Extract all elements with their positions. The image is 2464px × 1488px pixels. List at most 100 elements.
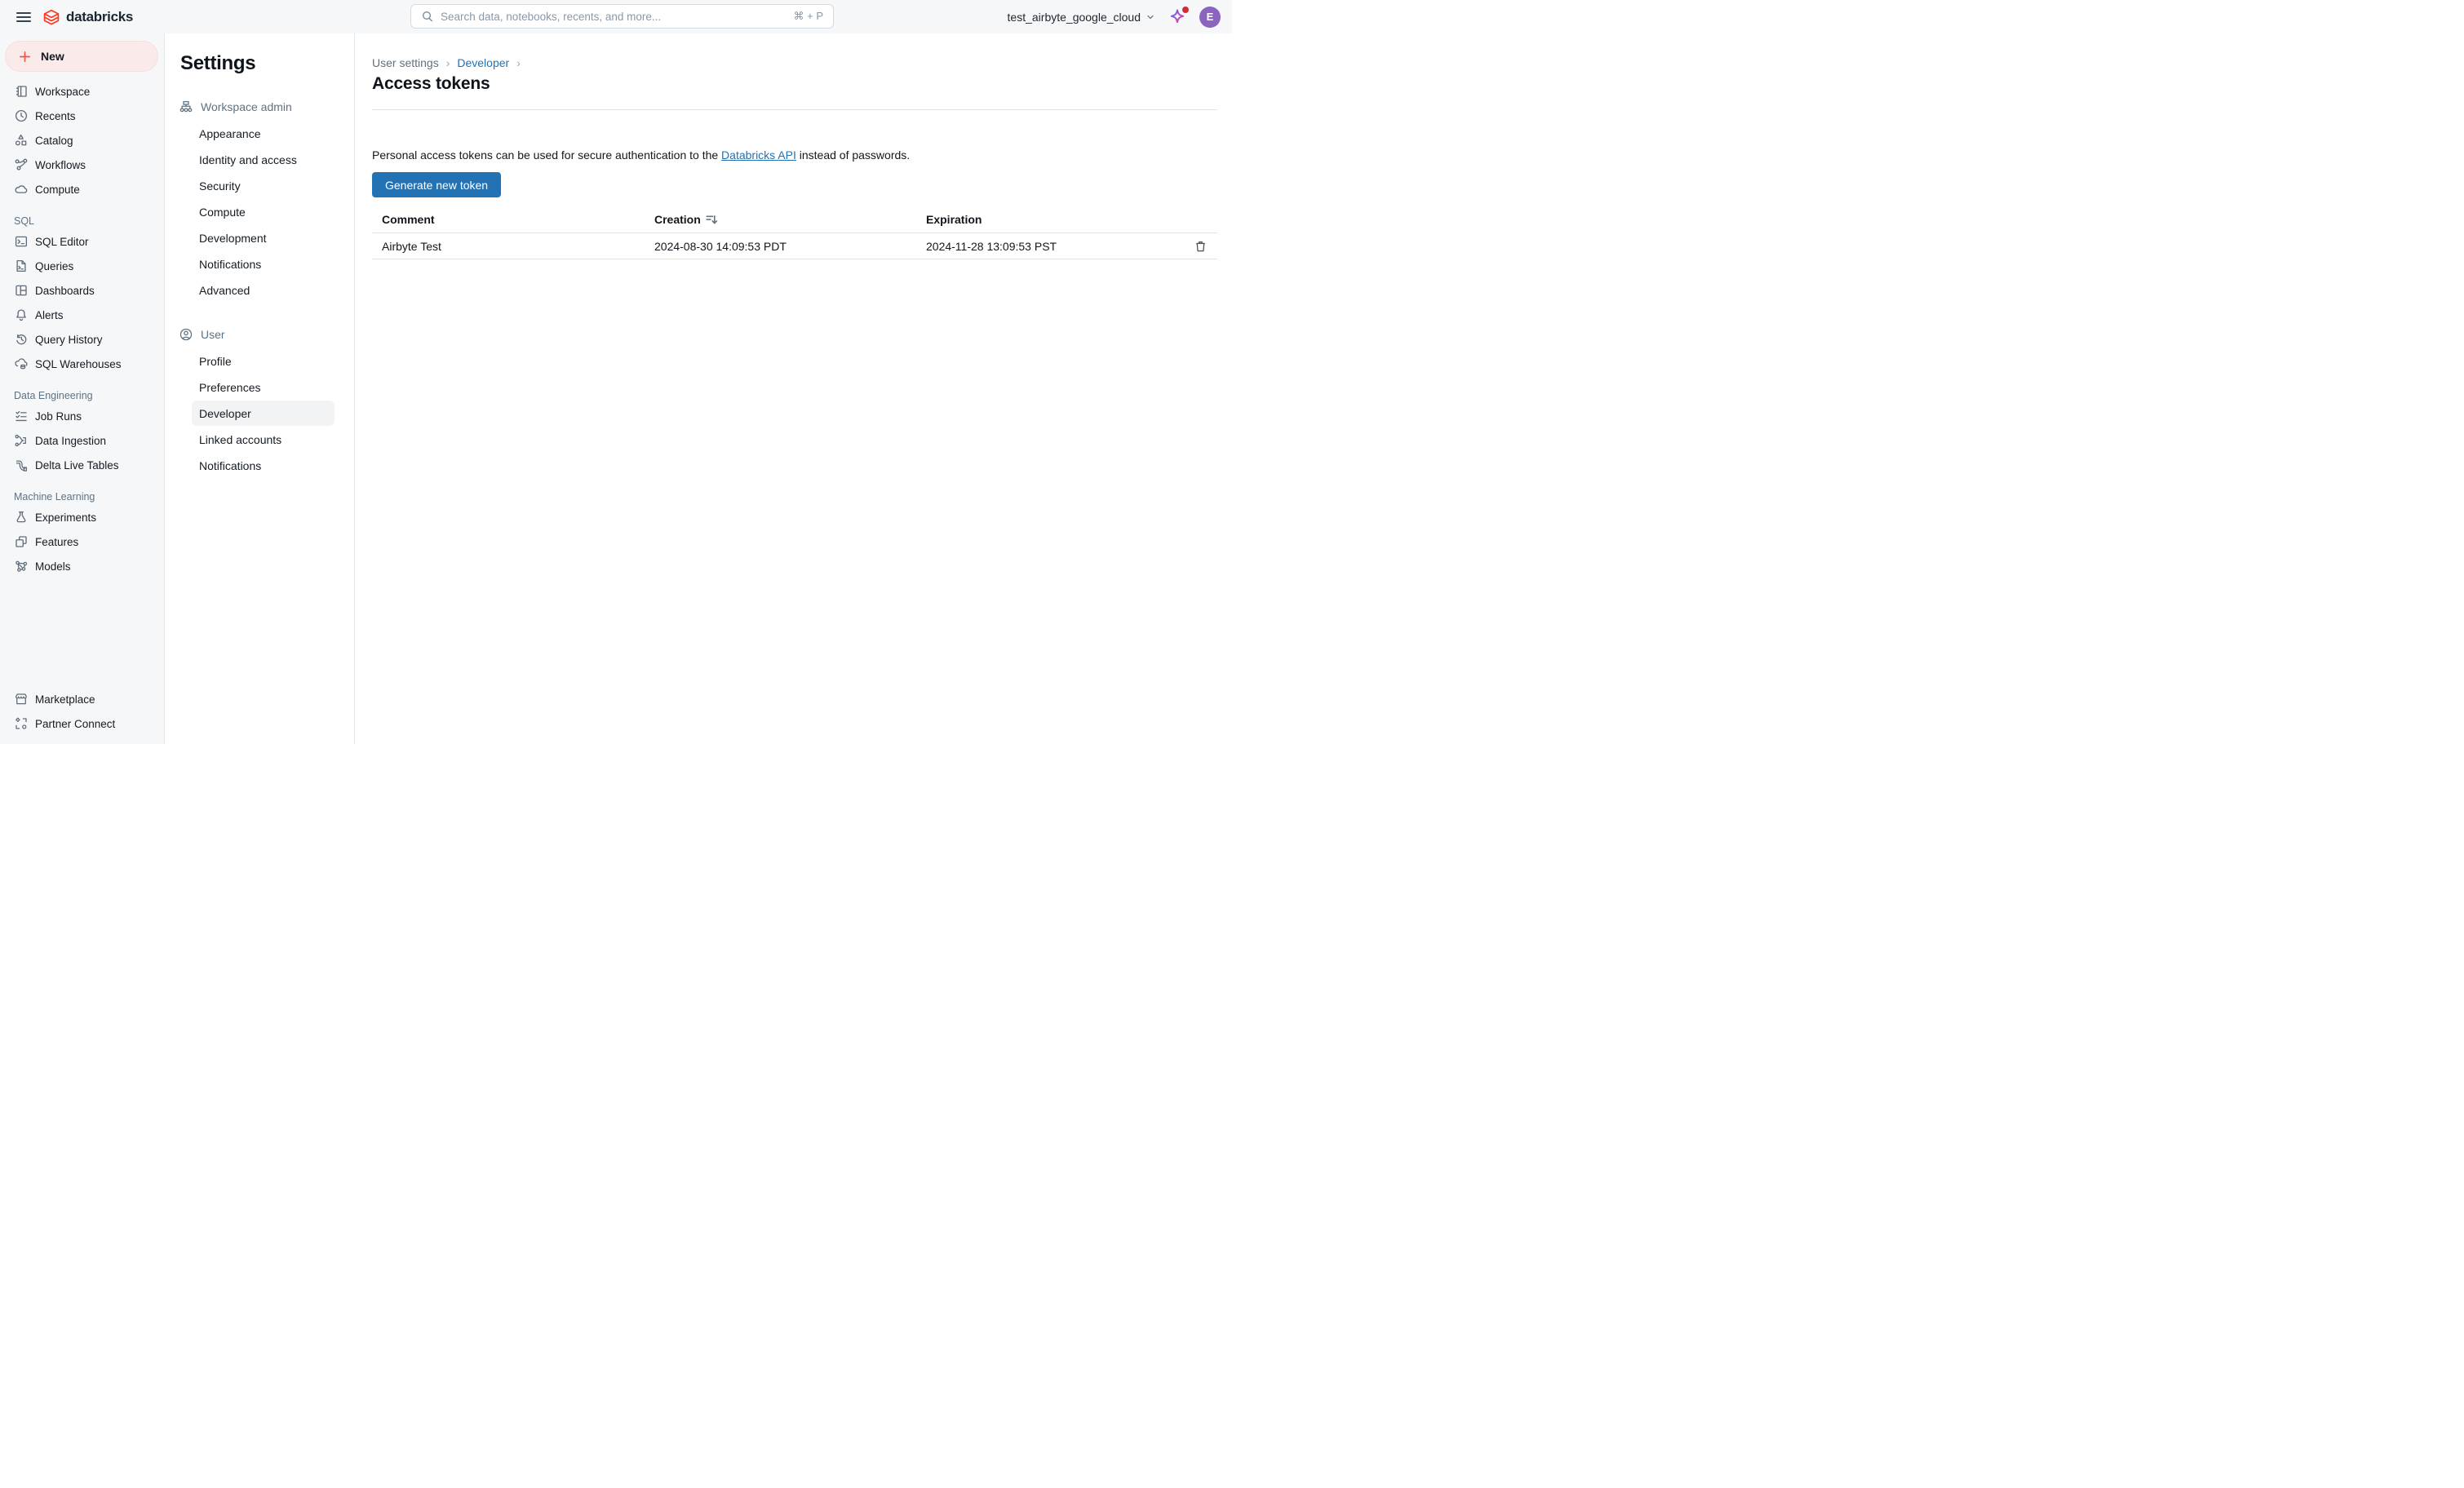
models-icon	[14, 559, 29, 574]
databricks-logo[interactable]: databricks	[42, 8, 133, 26]
workspace-selector[interactable]: test_airbyte_google_cloud	[1008, 11, 1155, 24]
settings-nav-panel: Settings Workspace admin Appearance Iden…	[165, 33, 355, 744]
sidebar-item-queries[interactable]: Queries	[0, 254, 164, 278]
sql-warehouses-icon	[14, 356, 29, 371]
plus-icon	[18, 50, 32, 64]
sidebar-item-label: Workspace	[35, 86, 90, 98]
sidebar-item-sql-editor[interactable]: SQL Editor	[0, 229, 164, 254]
breadcrumb-chevron-icon: ›	[446, 56, 450, 69]
breadcrumb-user-settings[interactable]: User settings	[372, 56, 439, 69]
sidebar-item-experiments[interactable]: Experiments	[0, 505, 164, 529]
settings-item-notifications-admin[interactable]: Notifications	[192, 251, 335, 277]
databricks-api-link[interactable]: Databricks API	[721, 148, 796, 162]
search-placeholder: Search data, notebooks, recents, and mor…	[441, 11, 787, 23]
generate-new-token-button[interactable]: Generate new token	[372, 172, 501, 197]
sidebar-item-label: SQL Editor	[35, 236, 89, 248]
sidebar-item-label: Partner Connect	[35, 718, 115, 730]
sidebar-item-compute[interactable]: Compute	[0, 177, 164, 202]
sidebar-item-label: Marketplace	[35, 693, 95, 706]
settings-item-identity-and-access[interactable]: Identity and access	[192, 147, 335, 172]
sidebar-item-marketplace[interactable]: Marketplace	[0, 687, 164, 711]
settings-item-preferences[interactable]: Preferences	[192, 374, 335, 400]
new-button[interactable]: New	[5, 41, 158, 72]
global-search-input[interactable]: Search data, notebooks, recents, and mor…	[410, 4, 834, 29]
databricks-logo-icon	[42, 8, 60, 26]
sidebar-item-features[interactable]: Features	[0, 529, 164, 554]
sidebar-item-catalog[interactable]: Catalog	[0, 128, 164, 153]
access-tokens-table: Comment Creation Expiration Airbyte Test…	[372, 206, 1217, 259]
description-text: Personal access tokens can be used for s…	[372, 148, 1217, 162]
sidebar-item-label: Workflows	[35, 159, 86, 171]
avatar-initial: E	[1207, 11, 1214, 23]
notification-dot	[1182, 7, 1189, 13]
features-icon	[14, 534, 29, 549]
search-icon	[421, 10, 434, 23]
sidebar-item-delta-live-tables[interactable]: Delta Live Tables	[0, 453, 164, 477]
settings-item-development[interactable]: Development	[192, 225, 335, 250]
sidebar-item-models[interactable]: Models	[0, 554, 164, 578]
settings-item-linked-accounts[interactable]: Linked accounts	[192, 427, 335, 452]
job-runs-icon	[14, 409, 29, 423]
delete-token-button[interactable]	[1191, 237, 1209, 256]
new-button-label: New	[41, 50, 64, 63]
settings-title: Settings	[165, 52, 354, 75]
sidebar-item-label: Alerts	[35, 309, 64, 321]
sidebar-item-sql-warehouses[interactable]: SQL Warehouses	[0, 352, 164, 376]
sidebar-item-job-runs[interactable]: Job Runs	[0, 404, 164, 428]
sidebar-item-query-history[interactable]: Query History	[0, 327, 164, 352]
hamburger-menu-icon[interactable]	[11, 5, 36, 29]
settings-item-notifications-user[interactable]: Notifications	[192, 453, 335, 478]
sidebar-item-label: Queries	[35, 260, 73, 272]
settings-item-security[interactable]: Security	[192, 173, 335, 198]
settings-item-developer[interactable]: Developer	[192, 401, 335, 426]
settings-item-compute[interactable]: Compute	[192, 199, 335, 224]
top-bar: databricks Search data, notebooks, recen…	[0, 0, 1232, 33]
settings-item-profile[interactable]: Profile	[192, 348, 335, 374]
sidebar-item-workspace[interactable]: Workspace	[0, 79, 164, 104]
column-header-creation[interactable]: Creation	[645, 213, 916, 226]
dashboards-icon	[14, 283, 29, 298]
workflows-icon	[14, 157, 29, 172]
primary-sidebar: New Workspace Recents Catalog Workflows …	[0, 33, 165, 744]
user-avatar[interactable]: E	[1199, 7, 1221, 28]
catalog-icon	[14, 133, 29, 148]
sidebar-item-label: Dashboards	[35, 285, 95, 297]
settings-item-appearance[interactable]: Appearance	[192, 121, 335, 146]
queries-icon	[14, 259, 29, 273]
sidebar-item-label: Delta Live Tables	[35, 459, 119, 472]
assistant-sparkle-button[interactable]	[1168, 7, 1187, 27]
breadcrumb-developer[interactable]: Developer	[457, 56, 509, 69]
sidebar-item-data-ingestion[interactable]: Data Ingestion	[0, 428, 164, 453]
compute-icon	[14, 182, 29, 197]
partner-connect-icon	[14, 716, 29, 731]
sidebar-item-label: Experiments	[35, 512, 96, 524]
search-shortcut: ⌘ + P	[794, 10, 824, 23]
sidebar-item-label: Catalog	[35, 135, 73, 147]
sidebar-item-label: Job Runs	[35, 410, 82, 423]
sidebar-section-machine-learning: Machine Learning	[0, 491, 164, 503]
sidebar-item-recents[interactable]: Recents	[0, 104, 164, 128]
settings-group-user: User	[165, 322, 354, 347]
sidebar-item-workflows[interactable]: Workflows	[0, 153, 164, 177]
sidebar-item-partner-connect[interactable]: Partner Connect	[0, 711, 164, 736]
alerts-icon	[14, 308, 29, 322]
main-content: User settings › Developer › Access token…	[355, 33, 1232, 744]
settings-group-label: Workspace admin	[201, 100, 292, 113]
sidebar-item-dashboards[interactable]: Dashboards	[0, 278, 164, 303]
sidebar-item-label: SQL Warehouses	[35, 358, 122, 370]
sidebar-item-label: Features	[35, 536, 78, 548]
description-after: instead of passwords.	[796, 148, 910, 162]
sidebar-section-data-engineering: Data Engineering	[0, 390, 164, 401]
sidebar-item-label: Models	[35, 560, 71, 573]
workspace-name: test_airbyte_google_cloud	[1008, 11, 1141, 24]
description-before: Personal access tokens can be used for s…	[372, 148, 721, 162]
column-header-comment[interactable]: Comment	[372, 213, 645, 226]
settings-group-workspace-admin: Workspace admin	[165, 95, 354, 119]
workspace-icon	[14, 84, 29, 99]
settings-item-advanced[interactable]: Advanced	[192, 277, 335, 303]
sidebar-item-alerts[interactable]: Alerts	[0, 303, 164, 327]
token-expiration: 2024-11-28 13:09:53 PST	[916, 240, 1181, 253]
workspace-admin-icon	[179, 100, 193, 114]
token-creation: 2024-08-30 14:09:53 PDT	[645, 240, 916, 253]
column-header-expiration[interactable]: Expiration	[916, 213, 1181, 226]
